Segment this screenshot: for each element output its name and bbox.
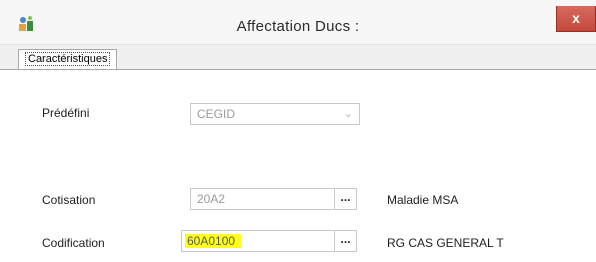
cotisation-lookup-button[interactable]: ... bbox=[335, 188, 357, 210]
predefini-label: Prédéfini bbox=[42, 106, 90, 120]
codification-input[interactable]: 60A0100 bbox=[181, 230, 335, 252]
predefini-value: CEGID bbox=[197, 107, 236, 121]
cotisation-input[interactable]: 20A2 bbox=[190, 188, 335, 210]
cotisation-description: Maladie MSA bbox=[387, 193, 459, 207]
chevron-down-icon: ⌄ bbox=[343, 108, 353, 120]
tab-caracteristiques[interactable]: Caractéristiques bbox=[18, 49, 118, 69]
window-title: Affectation Ducs : bbox=[236, 18, 360, 35]
codification-lookup-button[interactable]: ... bbox=[335, 230, 357, 252]
tab-strip: Caractéristiques bbox=[0, 45, 596, 69]
tab-label: Caractéristiques bbox=[25, 52, 111, 66]
close-button[interactable]: x bbox=[556, 6, 596, 32]
tab-divider bbox=[0, 69, 596, 70]
title-bar[interactable]: Affectation Ducs : x bbox=[0, 0, 596, 45]
codification-description: RG CAS GENERAL T bbox=[387, 236, 504, 250]
dialog-window: Affectation Ducs : x Caractéristiques Pr… bbox=[0, 0, 596, 262]
codification-value: 60A0100 bbox=[185, 234, 242, 248]
cotisation-value: 20A2 bbox=[197, 192, 226, 206]
cotisation-label: Cotisation bbox=[42, 193, 96, 207]
predefini-select[interactable]: CEGID ⌄ bbox=[190, 103, 360, 125]
codification-label: Codification bbox=[42, 236, 105, 250]
